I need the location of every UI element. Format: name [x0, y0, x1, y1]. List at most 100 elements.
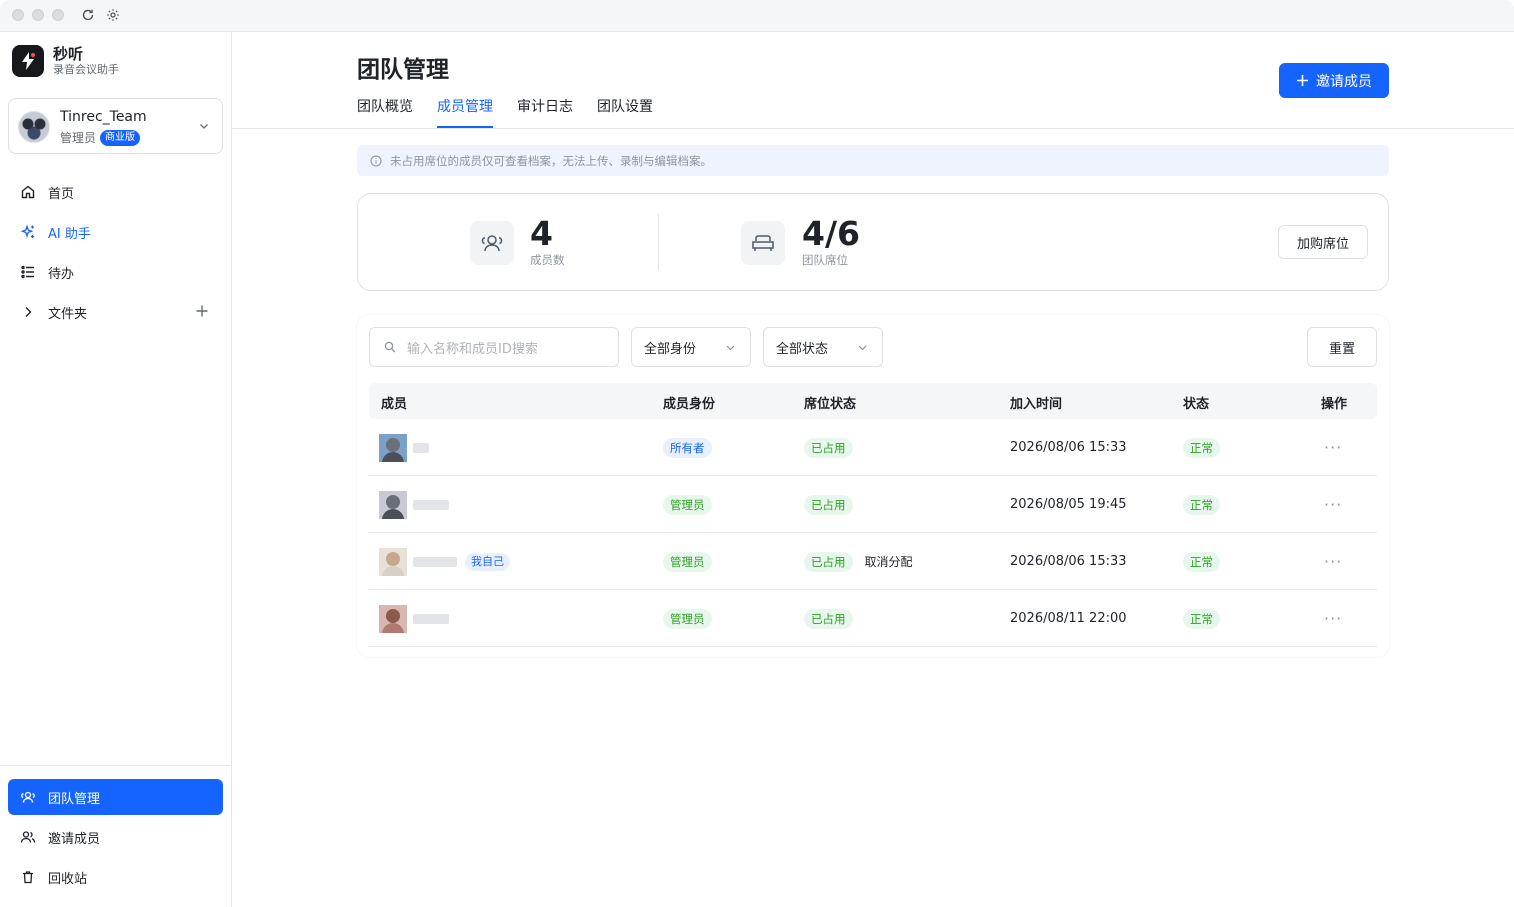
joined-time: 2026/08/06 15:33 [1010, 440, 1127, 455]
more-actions-icon[interactable]: ··· [1324, 495, 1342, 514]
notice-banner: 未占用席位的成员仅可查看档案，无法上传、录制与编辑档案。 [357, 145, 1389, 176]
plan-badge: 商业版 [100, 129, 141, 146]
seat-count: 4/6 [802, 214, 860, 253]
role-filter-value: 全部身份 [644, 341, 697, 357]
joined-time: 2026/08/11 22:00 [1010, 611, 1127, 626]
member-cell [379, 419, 429, 476]
maximize-window-button[interactable] [52, 9, 64, 21]
app-logo-icon [12, 45, 44, 77]
account-status-badge: 正常 [1183, 437, 1220, 458]
chevron-down-icon [198, 120, 210, 132]
avatar [379, 547, 407, 576]
tab-member-management[interactable]: 成员管理 [437, 96, 493, 128]
tab-team-settings[interactable]: 团队设置 [597, 96, 653, 128]
sidebar-item-todo[interactable]: 待办 [8, 254, 223, 290]
account-status-badge: 正常 [1183, 494, 1220, 515]
role-badge: 所有者 [663, 437, 712, 458]
brand-name: 秒听 [53, 45, 84, 63]
table-header: 成员 成员身份 席位状态 加入时间 状态 操作 [369, 383, 1377, 419]
search-icon [384, 341, 396, 353]
seat-status-badge: 已占用 [804, 608, 853, 629]
home-icon [20, 184, 36, 200]
tab-bar: 团队概览 成员管理 审计日志 团队设置 [357, 96, 677, 128]
brand-subtitle: 录音会议助手 [53, 63, 119, 76]
info-icon [370, 154, 382, 167]
seat-status-badge: 已占用 [804, 551, 853, 572]
member-list-card: 输入名称和成员ID搜索 全部身份 全部状态 重置 成员 成员身份 席位状态 加入… [357, 315, 1389, 657]
sidebar-item-ai-assistant[interactable]: AI 助手 [8, 214, 223, 250]
seat-status-badge: 已占用 [804, 494, 853, 515]
member-count-label: 成员数 [530, 253, 565, 267]
role-badge: 管理员 [663, 551, 712, 572]
role-badge: 管理员 [663, 494, 712, 515]
todo-list-icon [20, 264, 36, 280]
tab-audit-log[interactable]: 审计日志 [517, 96, 573, 128]
team-icon [20, 789, 36, 805]
sidebar-item-label: AI 助手 [48, 226, 91, 242]
chevron-down-icon [857, 342, 868, 353]
stats-card: 4 成员数 4/6 团队席位 加购席位 [357, 193, 1389, 291]
member-count: 4 [530, 214, 553, 253]
members-icon [470, 221, 514, 265]
column-header-seat-status: 席位状态 [804, 397, 857, 412]
sidebar-divider [0, 765, 231, 766]
page-title: 团队管理 [357, 57, 449, 83]
team-avatar [18, 111, 50, 143]
chevron-right-icon[interactable] [20, 304, 36, 320]
avatar [379, 490, 407, 519]
more-actions-icon[interactable]: ··· [1324, 552, 1342, 571]
sidebar: 秒听 录音会议助手 Tinrec_Team 管理员 商业版 首页 AI 助手 待… [0, 32, 232, 907]
brand: 秒听 录音会议助手 [12, 44, 119, 78]
header-divider [232, 128, 1514, 129]
member-name-redacted [413, 556, 457, 567]
close-window-button[interactable] [12, 9, 24, 21]
plus-icon [1296, 74, 1309, 87]
column-header-status: 状态 [1183, 397, 1210, 412]
sidebar-item-trash[interactable]: 回收站 [8, 859, 223, 895]
more-actions-icon[interactable]: ··· [1324, 438, 1342, 457]
invite-users-icon [20, 829, 36, 845]
unassign-seat-link[interactable]: 取消分配 [865, 553, 913, 570]
sidebar-item-team-management[interactable]: 团队管理 [8, 779, 223, 815]
team-switcher[interactable]: Tinrec_Team 管理员 商业版 [8, 98, 223, 154]
account-status-badge: 正常 [1183, 608, 1220, 629]
add-folder-icon[interactable] [195, 304, 209, 318]
sidebar-item-folders[interactable]: 文件夹 [8, 294, 223, 330]
trash-icon [20, 869, 36, 885]
refresh-icon[interactable] [81, 8, 95, 22]
search-placeholder: 输入名称和成员ID搜索 [407, 341, 538, 357]
reset-button[interactable]: 重置 [1307, 327, 1377, 367]
member-cell: 我自己 [379, 533, 510, 590]
sidebar-item-label: 回收站 [48, 871, 88, 887]
invite-member-label: 邀请成员 [1316, 73, 1372, 90]
chevron-down-icon [725, 342, 736, 353]
seat-icon [741, 221, 785, 265]
invite-member-button[interactable]: 邀请成员 [1279, 63, 1389, 98]
role-filter-select[interactable]: 全部身份 [631, 327, 751, 367]
tab-team-overview[interactable]: 团队概览 [357, 96, 413, 128]
role-badge: 管理员 [663, 608, 712, 629]
sidebar-item-home[interactable]: 首页 [8, 174, 223, 210]
account-status-badge: 正常 [1183, 551, 1220, 572]
search-input[interactable]: 输入名称和成员ID搜索 [369, 327, 619, 367]
buy-seats-button[interactable]: 加购席位 [1278, 225, 1368, 259]
sidebar-item-invite-members[interactable]: 邀请成员 [8, 819, 223, 855]
more-actions-icon[interactable]: ··· [1324, 609, 1342, 628]
team-name: Tinrec_Team [60, 109, 147, 125]
member-name-redacted [413, 442, 429, 453]
sidebar-item-label: 团队管理 [48, 791, 101, 807]
team-role: 管理员 商业版 [60, 129, 141, 146]
status-filter-select[interactable]: 全部状态 [763, 327, 883, 367]
column-header-member: 成员 [381, 397, 408, 412]
avatar [379, 433, 407, 462]
avatar [379, 604, 407, 633]
title-bar [0, 0, 1514, 32]
app-window: 秒听 录音会议助手 Tinrec_Team 管理员 商业版 首页 AI 助手 待… [0, 0, 1514, 907]
settings-gear-icon[interactable] [106, 8, 120, 22]
table-row: 管理员 已占用 2026/08/05 19:45 正常 ··· [369, 476, 1377, 533]
minimize-window-button[interactable] [32, 9, 44, 21]
joined-time: 2026/08/06 15:33 [1010, 554, 1127, 569]
seat-count-label: 团队席位 [802, 253, 848, 267]
column-header-joined: 加入时间 [1010, 397, 1063, 412]
stats-divider [658, 214, 659, 270]
